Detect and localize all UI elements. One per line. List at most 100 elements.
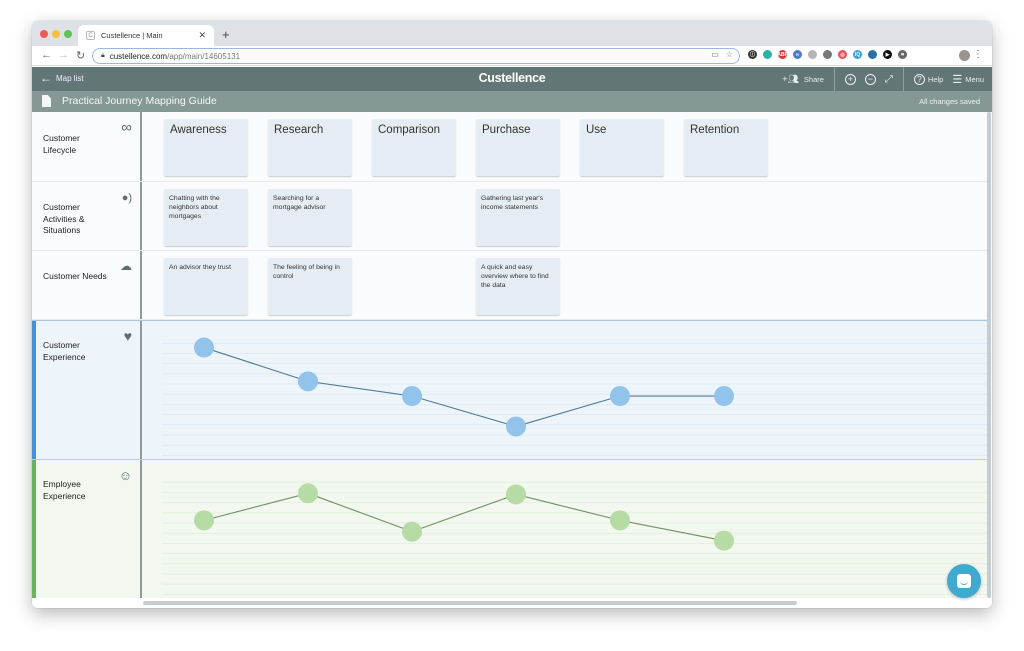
app-header: ← Map list Custellence +👥︎ Share + − ⤢ ?… <box>32 67 992 91</box>
stage-card[interactable]: Research <box>268 119 352 176</box>
maximize-window-button[interactable] <box>64 30 72 38</box>
minimize-window-button[interactable] <box>52 30 60 38</box>
activity-card[interactable]: Searching for a mortgage advisor <box>268 189 352 246</box>
curve-point-research[interactable] <box>298 483 318 504</box>
activity-card[interactable]: Gathering last year's income statements <box>476 189 560 246</box>
horizontal-scroll-track <box>32 598 992 608</box>
extensions-bar: ⓘ ABP ∞ ◎ IQ ▶ ⌗ <box>748 50 907 59</box>
horizontal-scrollbar[interactable] <box>143 601 797 605</box>
play-extension-icon[interactable]: ▶ <box>883 50 892 59</box>
header-tools: +👥︎ Share + − ⤢ ? Help ☰ Menu <box>772 67 984 91</box>
profile-avatar[interactable] <box>959 50 970 61</box>
curve-point-comparison[interactable] <box>402 386 422 407</box>
lane-title: Customer Lifecycle <box>43 133 80 155</box>
stage-card[interactable]: Retention <box>684 119 768 176</box>
curve-point-purchase[interactable] <box>506 484 526 505</box>
url-path: /app/main/14605131 <box>167 51 241 61</box>
lane-customer-activities: Customer Activities & Situations ●︎) Cha… <box>32 182 987 251</box>
document-title[interactable]: Practical Journey Mapping Guide <box>62 95 217 107</box>
tab-title: Custellence | Main <box>101 31 163 40</box>
url-input[interactable]: 🔒︎ custellence.com/app/main/14605131 ▭ ☆ <box>92 48 740 64</box>
need-card[interactable]: An advisor they trust <box>164 258 248 315</box>
bookmark-star-icon[interactable]: ☆ <box>726 50 733 59</box>
zoom-in-icon[interactable]: + <box>844 73 856 85</box>
curve-point-awareness[interactable] <box>194 337 214 358</box>
curve-point-awareness[interactable] <box>194 510 214 531</box>
document-icon <box>42 95 51 107</box>
browser-tab[interactable]: C Custellence | Main ✕ <box>78 25 214 46</box>
share-label: Share <box>803 74 824 84</box>
close-window-button[interactable] <box>40 30 48 38</box>
lane-employee-experience: Employee Experience ☺ <box>32 459 987 598</box>
lane-label: Customer Lifecycle ∞ <box>32 112 142 181</box>
lane-label: Customer Needs ☁︎ <box>32 251 142 319</box>
chat-support-button[interactable] <box>947 564 981 598</box>
infinity-icon: ∞ <box>121 119 132 136</box>
link-extension-icon[interactable]: ∞ <box>793 50 802 59</box>
curve-point-purchase[interactable] <box>506 416 526 437</box>
screenshot-extension-icon[interactable]: ⌗ <box>898 50 907 59</box>
tab-close-icon[interactable]: ✕ <box>198 30 206 41</box>
curve-segment <box>203 347 309 382</box>
help-icon: ? <box>913 73 925 85</box>
help-button[interactable]: ? Help <box>913 73 944 85</box>
curve-segment <box>619 519 725 542</box>
grey-extension-icon[interactable] <box>808 50 817 59</box>
lane-customer-needs: Customer Needs ☁︎ An advisor they trust T… <box>32 251 987 320</box>
forward-arrow-icon[interactable]: → <box>58 49 69 61</box>
browser-window: C Custellence | Main ✕ + ← → ↻ 🔒︎ custel… <box>32 21 992 608</box>
back-arrow-icon[interactable]: ← <box>41 49 52 61</box>
curve-point-retention[interactable] <box>714 386 734 407</box>
tab-strip: C Custellence | Main ✕ + <box>32 21 992 46</box>
teal-extension-icon[interactable] <box>763 50 772 59</box>
employee-experience-curve <box>162 481 987 595</box>
vertical-scrollbar[interactable] <box>987 112 991 598</box>
thought-bubble-icon: ☁︎ <box>120 259 132 273</box>
1password-icon[interactable]: ⓘ <box>748 50 757 59</box>
curve-segment <box>515 395 621 427</box>
curve-point-research[interactable] <box>298 371 318 392</box>
need-card[interactable]: The feeling of being in control <box>268 258 352 315</box>
stage-card[interactable]: Comparison <box>372 119 456 176</box>
lane-title: Customer Activities & Situations <box>43 202 85 235</box>
curve-point-comparison[interactable] <box>402 521 422 542</box>
reload-icon[interactable]: ↻ <box>76 49 85 62</box>
add-people-icon: +👥︎ <box>782 73 799 84</box>
dark-grey-extension-icon[interactable] <box>823 50 832 59</box>
save-status: All changes saved <box>919 97 980 106</box>
activity-card[interactable]: Chatting with the neighbors about mortga… <box>164 189 248 246</box>
lane-title: Customer Needs <box>43 271 107 281</box>
share-button[interactable]: +👥︎ Share <box>782 74 824 85</box>
url-domain: custellence.com <box>109 51 168 61</box>
new-tab-button[interactable]: + <box>222 27 230 42</box>
need-card[interactable]: A quick and easy overview where to find … <box>476 258 560 315</box>
curve-segment <box>203 492 309 521</box>
help-label: Help <box>927 74 944 84</box>
address-bar-row: ← → ↻ 🔒︎ custellence.com/app/main/146051… <box>32 46 992 66</box>
customer-experience-curve <box>162 337 987 456</box>
curve-point-use[interactable] <box>610 510 630 531</box>
chat-bubble-icon <box>957 574 971 588</box>
lane-label: Customer Activities & Situations ●︎) <box>32 182 142 250</box>
blue-circle-extension-icon[interactable] <box>868 50 877 59</box>
curve-point-use[interactable] <box>610 386 630 407</box>
stage-card[interactable]: Use <box>580 119 664 176</box>
curve-point-retention[interactable] <box>714 530 734 551</box>
curve-segment <box>411 395 517 427</box>
browser-menu-icon[interactable]: ⋮ <box>973 49 983 60</box>
person-speaking-icon: ●︎) <box>121 192 132 204</box>
stage-card[interactable]: Awareness <box>164 119 248 176</box>
cast-icon[interactable]: ▭ <box>711 50 719 59</box>
hamburger-icon: ☰ <box>952 73 963 86</box>
target-extension-icon[interactable]: ◎ <box>838 50 847 59</box>
curve-segment <box>515 493 621 521</box>
fullscreen-icon[interactable]: ⤢ <box>885 74 893 85</box>
adblock-icon[interactable]: ABP <box>777 50 788 59</box>
menu-label: Menu <box>965 74 984 84</box>
stage-card[interactable]: Purchase <box>476 119 560 176</box>
iq-extension-icon[interactable]: IQ <box>853 50 862 59</box>
menu-button[interactable]: ☰ Menu <box>952 73 984 86</box>
zoom-out-icon[interactable]: − <box>864 73 876 85</box>
document-bar: Practical Journey Mapping Guide All chan… <box>32 91 992 112</box>
journey-map: Customer Lifecycle ∞ Awareness Research Co… <box>32 112 992 608</box>
